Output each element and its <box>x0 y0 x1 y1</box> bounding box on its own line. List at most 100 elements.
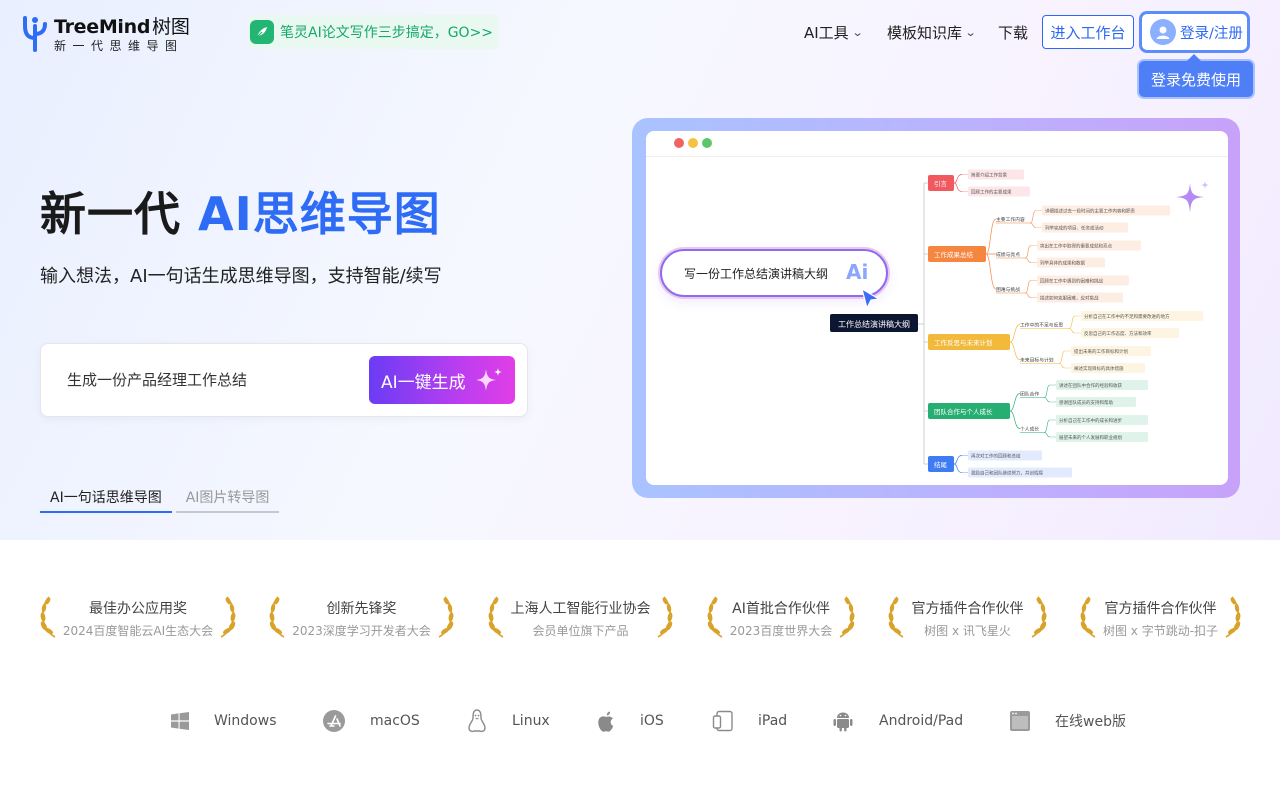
platform-label: Windows <box>214 713 277 729</box>
mindmap-leaf-label: 分析自己在工作中的成长和进步 <box>1059 417 1122 424</box>
headline-accent: AI思维导图 <box>198 187 441 241</box>
mindmap-leaf-label: 简要介绍工作背景 <box>971 172 1007 179</box>
mindmap-leaf-link <box>1043 384 1051 398</box>
tree-logo-icon <box>23 16 47 52</box>
award-item: 上海人工智能行业协会 会员单位旗下产品 <box>488 590 673 646</box>
brand-slogan: 新一代思维导图 <box>54 39 184 53</box>
mindmap-leaf-label: 反思自己的工作态度、方法和效率 <box>1084 330 1152 337</box>
android-icon <box>831 709 867 733</box>
platform-windows[interactable]: Windows <box>170 709 277 733</box>
enter-workspace-button[interactable]: 进入工作台 <box>1042 15 1134 49</box>
mindmap-group-link <box>985 253 997 290</box>
mindmap-group-link <box>1009 341 1021 360</box>
ai-generate-button[interactable]: AI一键生成 <box>369 356 515 404</box>
mindmap-leaf-link <box>1068 315 1076 329</box>
promo-text: 笔灵AI论文写作三步搞定，GO>> <box>280 25 494 41</box>
mindmap-leaf-link <box>1024 245 1032 259</box>
hero-headline: 新一代 AI思维导图 <box>40 178 441 244</box>
platform-ios[interactable]: iOS <box>596 709 664 733</box>
login-register-button[interactable]: 登录/注册 <box>1139 11 1250 53</box>
mindmap-leaf-link <box>1058 363 1066 369</box>
nav-template-library[interactable]: 模板知识库 ⌄ <box>887 14 977 50</box>
nav-template-library-label: 模板知识库 <box>887 23 963 42</box>
nav-ai-tools[interactable]: AI工具 ⌄ <box>804 14 864 50</box>
award-item: 创新先锋奖 2023深度学习开发者大会 <box>269 590 454 646</box>
mindmap-leaf-link <box>1024 280 1032 294</box>
mindmap-group-link <box>1009 410 1021 429</box>
award-item: 官方插件合作伙伴 树图 x 字节跳动-扣子 <box>1080 590 1241 646</box>
mindmap-group-label: 个人成长 <box>1020 426 1039 433</box>
appstore-icon <box>322 709 358 733</box>
nav-ai-tools-label: AI工具 <box>804 23 849 42</box>
linux-icon <box>466 708 500 734</box>
nav-download-label: 下载 <box>998 23 1029 42</box>
platform-linux[interactable]: Linux <box>466 709 550 733</box>
site-header: TreeMind 树图 新一代思维导图 笔灵AI论文写作三步搞定，GO>> AI工… <box>0 0 1280 97</box>
mindmap-leaf-label: 回顾工作的主要成果 <box>971 189 1012 196</box>
award-title: 官方插件合作伙伴 <box>1104 601 1217 617</box>
award-item: 最佳办公应用奖 2024百度智能云AI生态大会 <box>40 590 236 646</box>
platform-label: 在线web版 <box>1055 714 1126 730</box>
mindmap-group-label: 团队合作 <box>1020 391 1039 398</box>
hero-subline: 输入想法，AI一句话生成思维导图，支持智能/续写 <box>40 266 442 287</box>
mindmap-leaf-label: 突出在工作中取得的重要成就和亮点 <box>1040 243 1112 250</box>
mindmap-leaf-label: 感谢团队成员的支持和帮助 <box>1059 399 1113 406</box>
mindmap-leaf-link <box>1043 432 1051 438</box>
mindmap-branch-label: 结尾 <box>934 460 948 469</box>
platform-macos[interactable]: macOS <box>322 709 420 733</box>
platform-android-pad[interactable]: Android/Pad <box>831 709 963 733</box>
platform-ipad[interactable]: iPad <box>712 709 787 733</box>
nav-download[interactable]: 下载 <box>998 14 1028 50</box>
hero-mode-tabs: AI一句话思维导图 AI图片转导图 <box>40 482 280 514</box>
tab-ai-sentence-mindmap[interactable]: AI一句话思维导图 <box>40 482 172 513</box>
mindmap-leaf-label: 回顾在工作中遇到的困难和挑战 <box>1040 278 1103 285</box>
mindmap-group-label: 成绩与亮点 <box>996 251 1020 258</box>
mindmap-diagram: 工作总结演讲稿大纲 引言 简要介绍工作背景回顾工作的主要成果工作成果总结 主要工作内容… <box>830 169 1203 478</box>
login-free-tooltip[interactable]: 登录免费使用 <box>1139 54 1253 97</box>
tablet-icon <box>712 710 746 732</box>
mindmap-group-link <box>1009 324 1021 343</box>
platform-label: macOS <box>370 713 420 729</box>
window-minimize-dot <box>688 138 698 148</box>
mindmap-branch-link <box>953 463 963 473</box>
ai-badge: Ai <box>846 260 869 284</box>
platform-web[interactable]: 在线web版 <box>1009 709 1126 733</box>
awards-row: 最佳办公应用奖 2024百度智能云AI生态大会 创新先锋奖 2023深度学习开发者大… <box>0 590 1280 650</box>
headline-prefix: 新一代 <box>40 187 199 241</box>
mindmap-spine <box>918 183 925 464</box>
award-subtitle: 2023百度世界大会 <box>729 624 833 638</box>
brand-name-cn: 树图 <box>152 16 190 38</box>
mindmap-branch-label: 团队合作与个人成长 <box>934 407 993 416</box>
award-item: 官方插件合作伙伴 树图 x 讯飞星火 <box>888 590 1047 646</box>
brand-name: TreeMind 树图 <box>54 12 190 39</box>
prompt-text: 写一份工作总结演讲稿大纲 <box>684 267 829 281</box>
login-register-label: 登录/注册 <box>1180 25 1243 42</box>
award-title: AI首批合作伙伴 <box>732 601 830 617</box>
apple-icon <box>596 709 628 733</box>
mindmap-leaf-link <box>1043 419 1051 433</box>
mindmap-group-label: 未来目标与计划 <box>1020 357 1054 364</box>
treemind-logo[interactable]: TreeMind 树图 新一代思维导图 <box>20 12 200 54</box>
promo-banner[interactable]: 笔灵AI论文写作三步搞定，GO>> <box>248 15 499 49</box>
award-subtitle: 树图 x 讯飞星火 <box>924 624 1011 638</box>
mindmap-root-label: 工作总结演讲稿大纲 <box>838 319 910 329</box>
idea-input[interactable] <box>67 368 357 392</box>
mindmap-leaf-label: 分析自己在工作中的不足和需要改进的地方 <box>1084 313 1170 320</box>
mindmap-leaf-link <box>1024 257 1032 263</box>
mindmap-branch-label: 工作成果总结 <box>934 250 974 259</box>
tab-ai-image-to-mindmap[interactable]: AI图片转导图 <box>175 482 280 513</box>
window-close-dot <box>674 138 684 148</box>
mindmap-leaf-label: 讲述在团队中合作的经验和收获 <box>1059 382 1122 389</box>
chevron-down-icon: ⌄ <box>851 25 864 39</box>
windows-icon <box>170 711 202 731</box>
mindmap-leaf-label: 展望未来的个人发展和职业规划 <box>1059 434 1122 441</box>
mindmap-group-link <box>985 218 997 255</box>
mindmap-leaf-link <box>1068 328 1076 334</box>
mindmap-group-link <box>1009 393 1021 412</box>
mindmap-group-label: 工作中的不足与反思 <box>1020 322 1063 329</box>
award-subtitle: 树图 x 字节跳动-扣子 <box>1102 624 1219 638</box>
sparkle-icon <box>475 368 502 391</box>
mindmap-leaf-label: 激励自己和团队继续努力，共创辉煌 <box>971 470 1043 477</box>
chevron-down-icon: ⌄ <box>964 25 977 39</box>
cursor-icon <box>861 287 881 310</box>
